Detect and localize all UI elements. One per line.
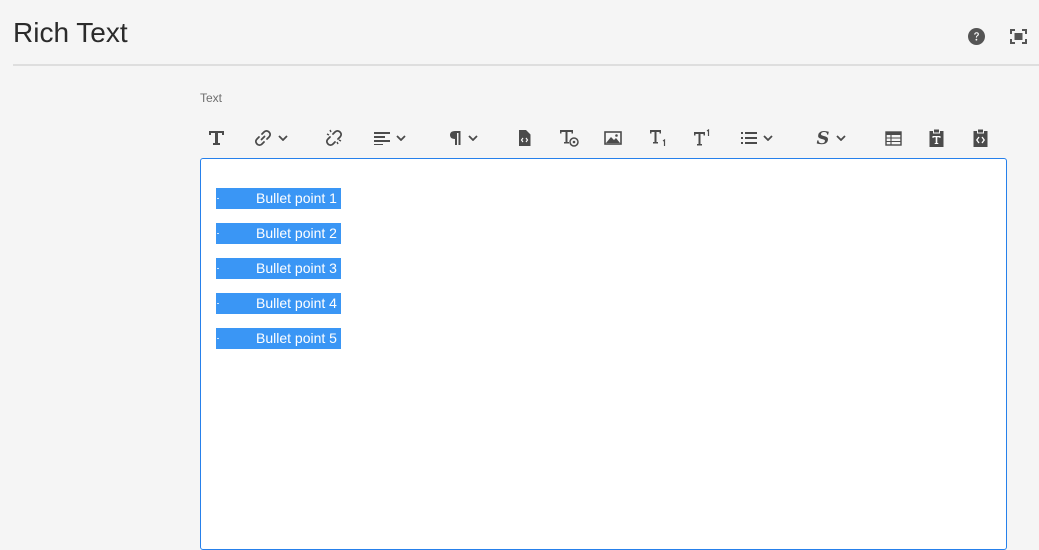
chevron-down-icon bbox=[467, 135, 478, 141]
text-special-icon bbox=[560, 130, 579, 147]
paragraph-icon bbox=[449, 131, 460, 145]
paste-code-button[interactable] bbox=[971, 126, 989, 150]
rich-text-editor[interactable]: Bullet point 1 Bullet point 2 Bullet poi… bbox=[200, 158, 1007, 550]
rte-toolbar: S bbox=[200, 122, 1006, 154]
bullet-list: Bullet point 1 Bullet point 2 Bullet poi… bbox=[216, 188, 341, 363]
fullscreen-button[interactable] bbox=[1008, 26, 1028, 46]
paste-text-button[interactable] bbox=[927, 126, 945, 150]
text-format-icon bbox=[208, 131, 224, 145]
source-edit-button[interactable] bbox=[516, 126, 532, 150]
image-icon bbox=[604, 131, 622, 145]
source-file-icon bbox=[518, 130, 530, 146]
list-item-text: Bullet point 5 bbox=[216, 328, 341, 349]
svg-text:S: S bbox=[817, 129, 830, 147]
header: Rich Text bbox=[0, 0, 1039, 66]
chevron-down-icon bbox=[396, 135, 406, 141]
help-button[interactable] bbox=[966, 26, 986, 46]
list-item-text: Bullet point 3 bbox=[216, 258, 341, 279]
list-item-text: Bullet point 1 bbox=[216, 188, 341, 209]
field-label: Text bbox=[200, 91, 223, 105]
justify-button[interactable] bbox=[370, 126, 410, 150]
list-item[interactable]: Bullet point 1 bbox=[216, 188, 341, 209]
list-item[interactable]: Bullet point 2 bbox=[216, 223, 341, 244]
header-divider bbox=[13, 64, 1039, 66]
paste-code-icon bbox=[973, 129, 987, 147]
chevron-down-icon bbox=[763, 135, 773, 141]
list-item[interactable]: Bullet point 3 bbox=[216, 258, 341, 279]
list-item[interactable]: Bullet point 5 bbox=[216, 328, 341, 349]
list-item-text: Bullet point 4 bbox=[216, 293, 341, 314]
chevron-down-icon bbox=[836, 135, 846, 141]
help-circle-icon bbox=[967, 27, 985, 45]
superscript-icon bbox=[694, 129, 710, 146]
special-char-button[interactable] bbox=[558, 126, 580, 150]
subscript-icon bbox=[650, 130, 666, 146]
subscript-button[interactable] bbox=[648, 126, 668, 150]
lists-button[interactable] bbox=[737, 126, 777, 150]
superscript-button[interactable] bbox=[692, 126, 712, 150]
list-item-text: Bullet point 2 bbox=[216, 223, 341, 244]
page-title: Rich Text bbox=[13, 17, 128, 48]
table-icon bbox=[884, 130, 902, 146]
unlink-button[interactable] bbox=[324, 126, 344, 150]
link-button[interactable] bbox=[250, 126, 292, 150]
align-left-icon bbox=[374, 132, 390, 145]
styles-button[interactable]: S bbox=[810, 126, 852, 150]
paragraph-format-button[interactable] bbox=[443, 126, 483, 150]
image-button[interactable] bbox=[604, 126, 622, 150]
fullscreen-icon bbox=[1009, 28, 1027, 44]
styles-icon: S bbox=[817, 129, 830, 147]
link-icon bbox=[254, 129, 272, 147]
format-text-button[interactable] bbox=[206, 126, 226, 150]
bullet-list-icon bbox=[741, 132, 757, 144]
table-button[interactable] bbox=[884, 126, 902, 150]
unlink-icon bbox=[325, 129, 343, 147]
list-item[interactable]: Bullet point 4 bbox=[216, 293, 341, 314]
paste-text-icon bbox=[929, 129, 943, 147]
chevron-down-icon bbox=[278, 135, 288, 141]
